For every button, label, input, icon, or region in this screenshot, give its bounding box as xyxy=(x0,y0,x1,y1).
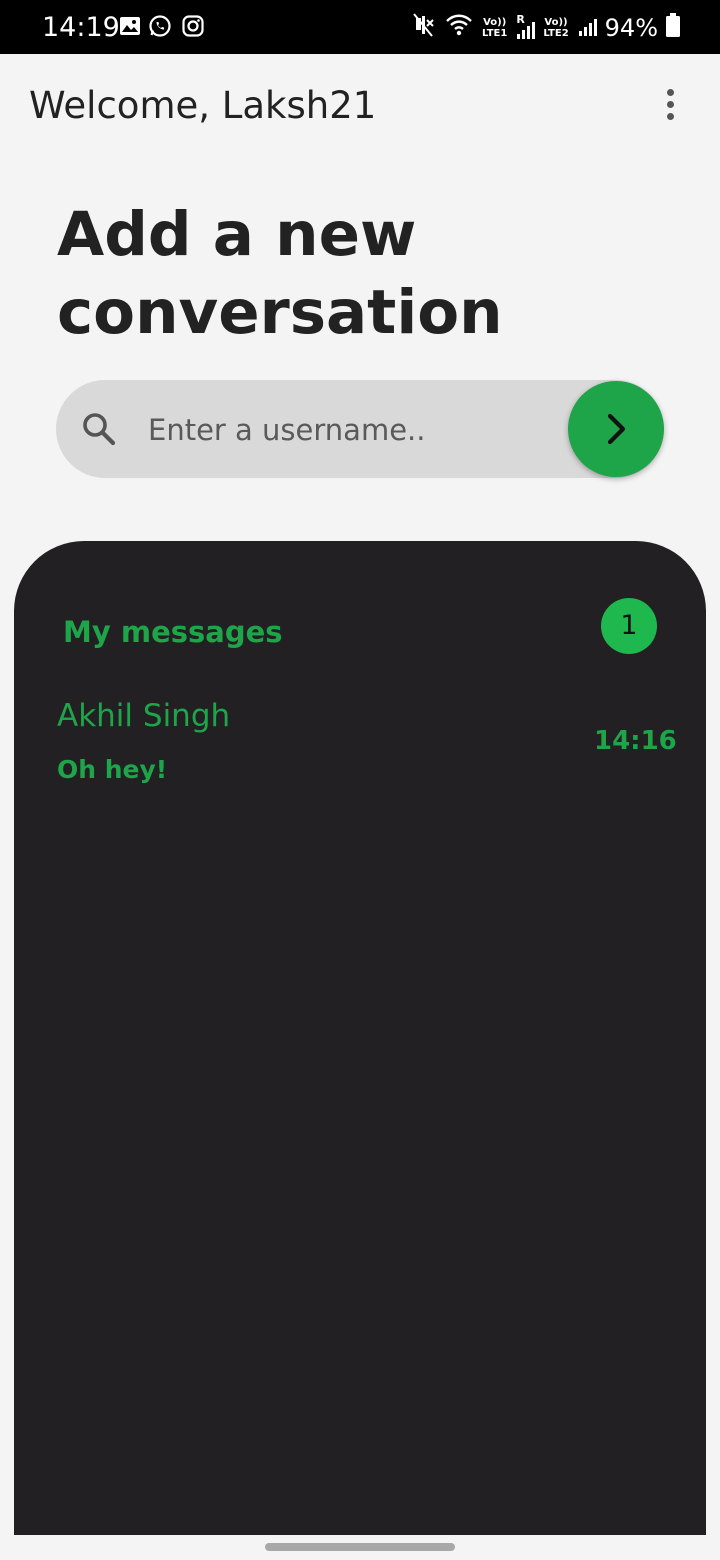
battery-icon xyxy=(666,13,680,42)
conversation-name: Akhil Singh xyxy=(57,698,231,734)
sim1-label: Vo)) LTE1 xyxy=(482,17,507,39)
sim2-volte: Vo)) xyxy=(544,16,568,28)
sim2-label: Vo)) LTE2 xyxy=(543,17,568,39)
sim2-lte: LTE2 xyxy=(543,27,569,39)
instagram-icon xyxy=(181,14,205,38)
mute-icon xyxy=(412,12,436,43)
gallery-icon xyxy=(118,14,142,38)
start-conversation-button[interactable] xyxy=(568,381,664,477)
search-icon xyxy=(80,410,118,448)
wifi-icon xyxy=(444,12,474,43)
more-vert-icon-dot xyxy=(667,113,674,120)
username-input[interactable] xyxy=(138,405,548,455)
whatsapp-icon xyxy=(148,14,172,38)
messages-title: My messages xyxy=(63,615,283,649)
status-right-group: Vo)) LTE1 R Vo)) LTE2 94% xyxy=(412,12,680,43)
more-options-button[interactable] xyxy=(652,84,688,124)
home-indicator[interactable] xyxy=(265,1543,455,1551)
sim2-signal-icon xyxy=(577,12,597,43)
more-vert-icon-dot xyxy=(667,101,674,108)
sim1-signal-icon: R xyxy=(515,13,536,41)
conversation-preview: Oh hey! xyxy=(57,755,168,784)
battery-percent: 94% xyxy=(604,13,658,42)
sim1-lte: LTE1 xyxy=(482,27,508,39)
messages-panel xyxy=(14,541,706,1535)
welcome-title: Welcome, Laksh21 xyxy=(29,84,377,127)
sim1-volte: Vo)) xyxy=(483,16,507,28)
status-time: 14:19 xyxy=(42,12,120,43)
unread-count-badge: 1 xyxy=(601,598,657,654)
status-bar: 14:19 Vo)) LTE1 R Vo)) LTE2 94% xyxy=(0,0,720,54)
more-vert-icon xyxy=(667,89,674,96)
chevron-right-icon xyxy=(607,413,626,445)
add-conversation-heading: Add a new conversation xyxy=(57,199,503,348)
conversation-time: 14:16 xyxy=(594,726,677,756)
